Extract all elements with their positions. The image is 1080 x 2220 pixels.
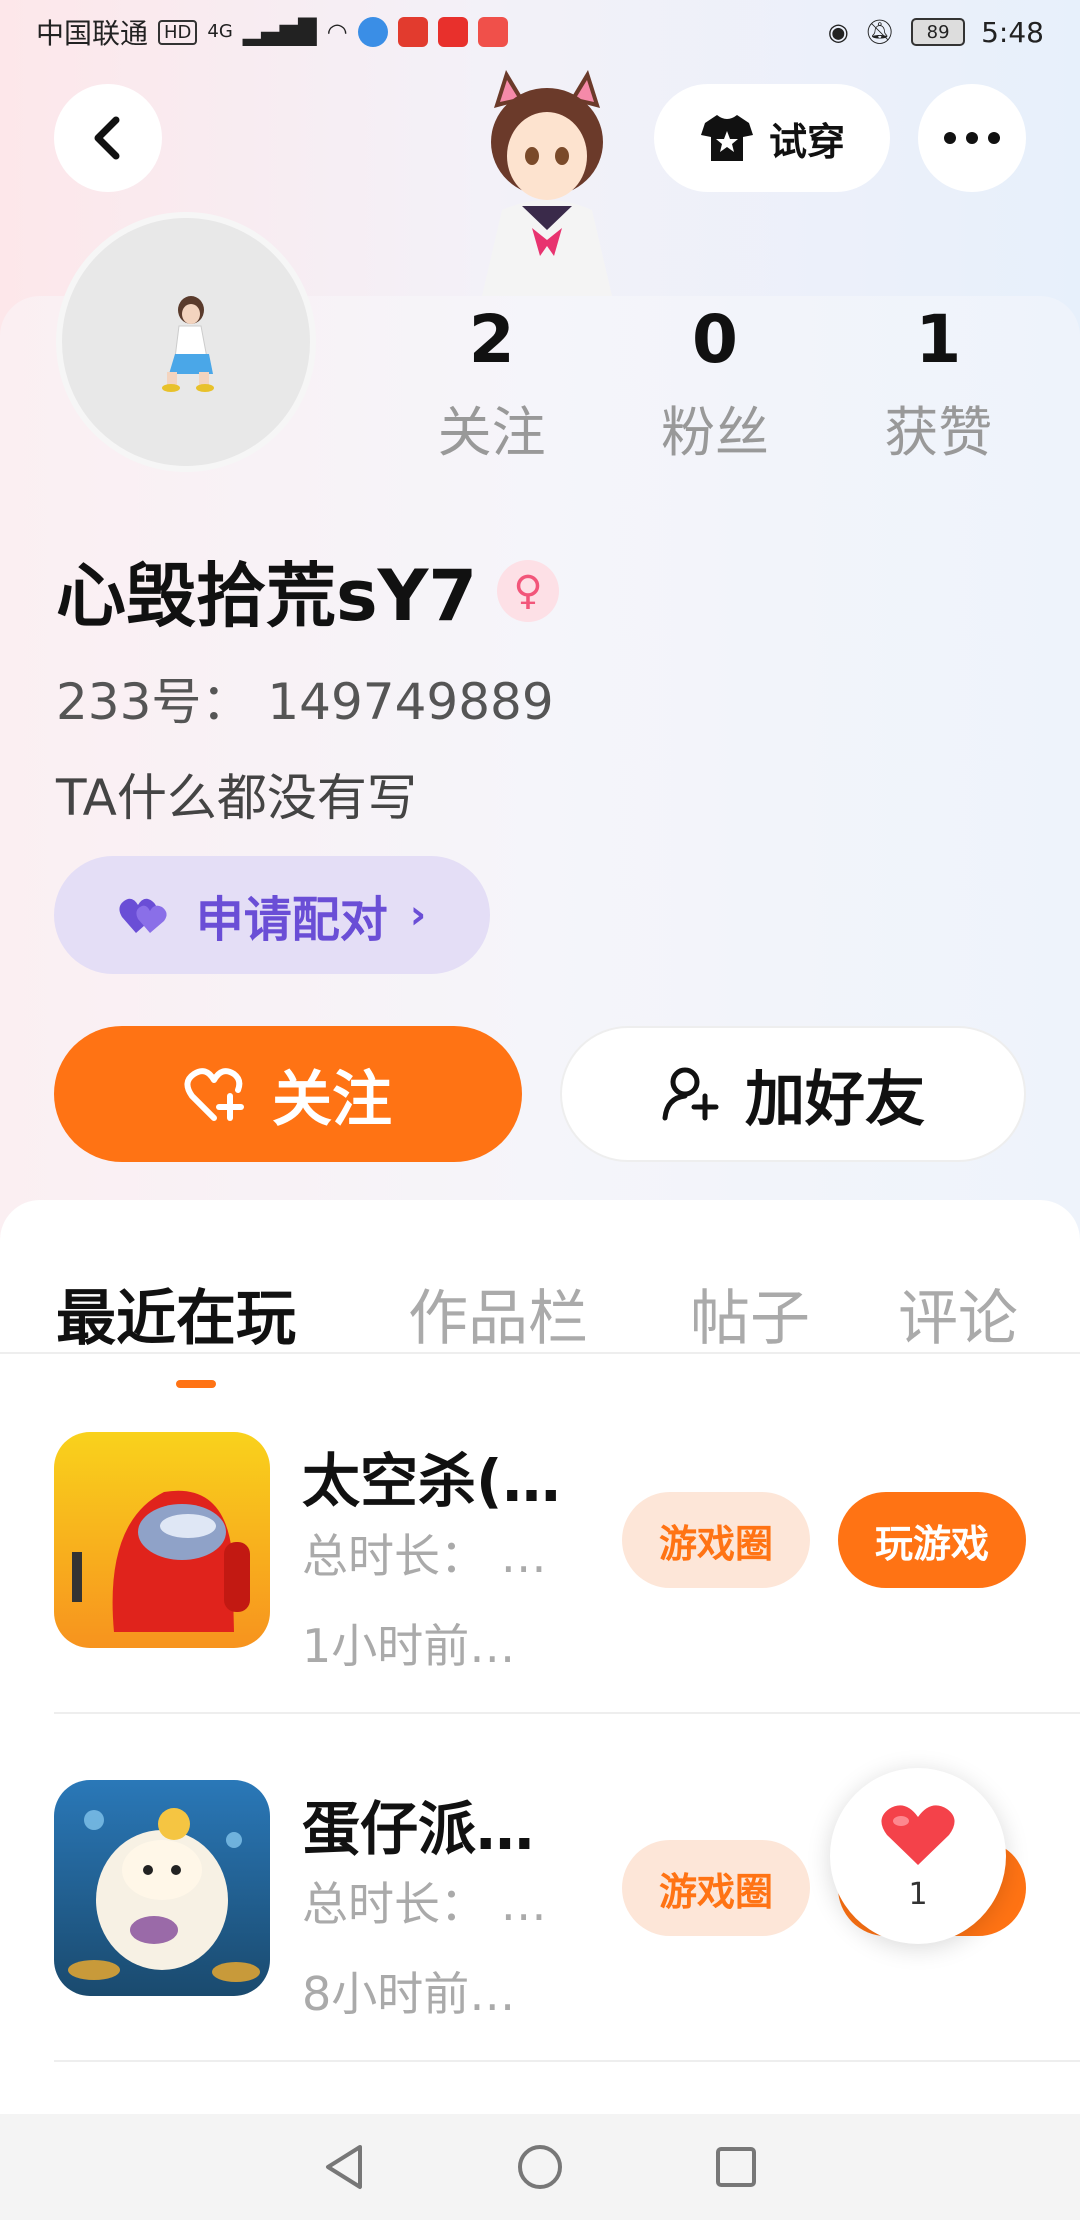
stat-value: 0: [692, 301, 738, 378]
try-on-label: 试穿: [768, 119, 845, 164]
game-icon-eggy-party[interactable]: [54, 1780, 270, 1996]
chevron-right-icon: ›: [409, 892, 427, 938]
more-options-button[interactable]: [918, 84, 1026, 192]
add-person-icon: [662, 1067, 719, 1121]
avatar-figure-icon: [162, 296, 214, 392]
status-bar: 中国联通 HD 4G ▂▄▆█ ◠ ◉ 🔕︎ 89 5:48: [0, 0, 1080, 64]
app-notification-icon: [437, 17, 468, 47]
follow-label: 关注: [272, 1064, 392, 1135]
nav-back-icon[interactable]: [322, 2143, 366, 2191]
mute-bell-icon: 🔕︎: [864, 18, 896, 46]
stat-label: 获赞: [884, 401, 993, 464]
eye-icon: ◉: [827, 18, 849, 46]
stat-value: 2: [468, 301, 515, 378]
stat-label: 粉丝: [660, 401, 769, 464]
app-notification-icon: [477, 17, 508, 47]
wifi-icon: ◠: [326, 18, 348, 46]
request-match-label: 申请配对: [195, 892, 388, 948]
profile-avatar[interactable]: [56, 212, 316, 472]
tab-posts[interactable]: 帖子: [690, 1270, 810, 1357]
clock: 5:48: [981, 15, 1044, 49]
stat-label: 关注: [437, 401, 546, 464]
tab-bar: 最近在玩 作品栏 帖子 评论: [0, 1240, 1080, 1388]
carrier-label: 中国联通: [36, 17, 149, 50]
game-playtime: 总时长： …: [302, 1529, 547, 1583]
game-icon-space-kill[interactable]: [54, 1432, 270, 1648]
character-avatar-3d: [462, 60, 632, 296]
try-on-button[interactable]: 试穿: [654, 84, 890, 192]
back-button[interactable]: [54, 84, 162, 192]
network-label: 4G: [207, 21, 233, 42]
username: 心毁拾荒sY7: [56, 555, 478, 637]
active-tab-indicator: [176, 1380, 216, 1388]
shirt-icon: [700, 115, 753, 161]
game-circle-button[interactable]: 游戏圈: [622, 1840, 810, 1936]
battery-indicator: 89: [911, 18, 966, 46]
game-circle-button[interactable]: 游戏圈: [622, 1492, 810, 1588]
follow-button[interactable]: 关注: [54, 1026, 522, 1162]
add-friend-button[interactable]: 加好友: [560, 1026, 1026, 1162]
like-count: 1: [908, 1876, 928, 1912]
hd-badge: HD: [158, 19, 198, 45]
heart-icon: [881, 1804, 955, 1865]
floating-like-button[interactable]: 1: [830, 1768, 1006, 1944]
system-navigation-bar: [0, 2114, 1080, 2220]
chevron-left-icon: [94, 116, 120, 160]
request-match-button[interactable]: 申请配对 ›: [54, 856, 490, 974]
row-divider: [54, 1712, 1080, 1714]
game-last-played: 8小时前…: [302, 1967, 516, 2021]
row-divider: [54, 2060, 1080, 2062]
tab-works[interactable]: 作品栏: [408, 1270, 588, 1357]
female-gender-icon: ♀: [497, 559, 560, 622]
stats-row: 2 关注 0 粉丝 1 获赞: [430, 300, 1050, 467]
double-heart-icon: [119, 898, 167, 933]
user-id: 233号： 149749889: [56, 673, 554, 731]
nav-home-icon[interactable]: [516, 2143, 564, 2191]
game-last-played: 1小时前…: [302, 1619, 516, 1673]
stat-following[interactable]: 2 关注: [380, 300, 603, 467]
user-bio: TA什么都没有写: [56, 769, 417, 827]
tab-divider: [0, 1352, 1080, 1354]
app-notification-icon: [357, 17, 388, 47]
tab-comments[interactable]: 评论: [898, 1270, 1018, 1357]
game-title: 蛋仔派…: [302, 1795, 535, 1863]
signal-icon: ▂▄▆█: [242, 18, 317, 46]
tab-recently-played[interactable]: 最近在玩: [56, 1270, 296, 1357]
more-dots-icon: [944, 132, 1000, 144]
heart-plus-icon: [184, 1068, 244, 1121]
stat-fans[interactable]: 0 粉丝: [603, 300, 826, 467]
stat-likes[interactable]: 1 获赞: [827, 300, 1050, 467]
game-playtime: 总时长： …: [302, 1877, 547, 1931]
play-game-button[interactable]: 玩游戏: [838, 1492, 1026, 1588]
username-row: 心毁拾荒sY7 ♀: [56, 540, 560, 641]
nav-recents-icon[interactable]: [714, 2145, 758, 2189]
game-list-item[interactable]: 太空杀(… 总时长： … 1小时前… 游戏圈 玩游戏: [0, 1432, 1080, 1780]
app-notification-icon: [397, 17, 428, 47]
stat-value: 1: [915, 301, 962, 378]
game-title: 太空杀(…: [302, 1447, 561, 1515]
add-friend-label: 加好友: [745, 1064, 925, 1135]
